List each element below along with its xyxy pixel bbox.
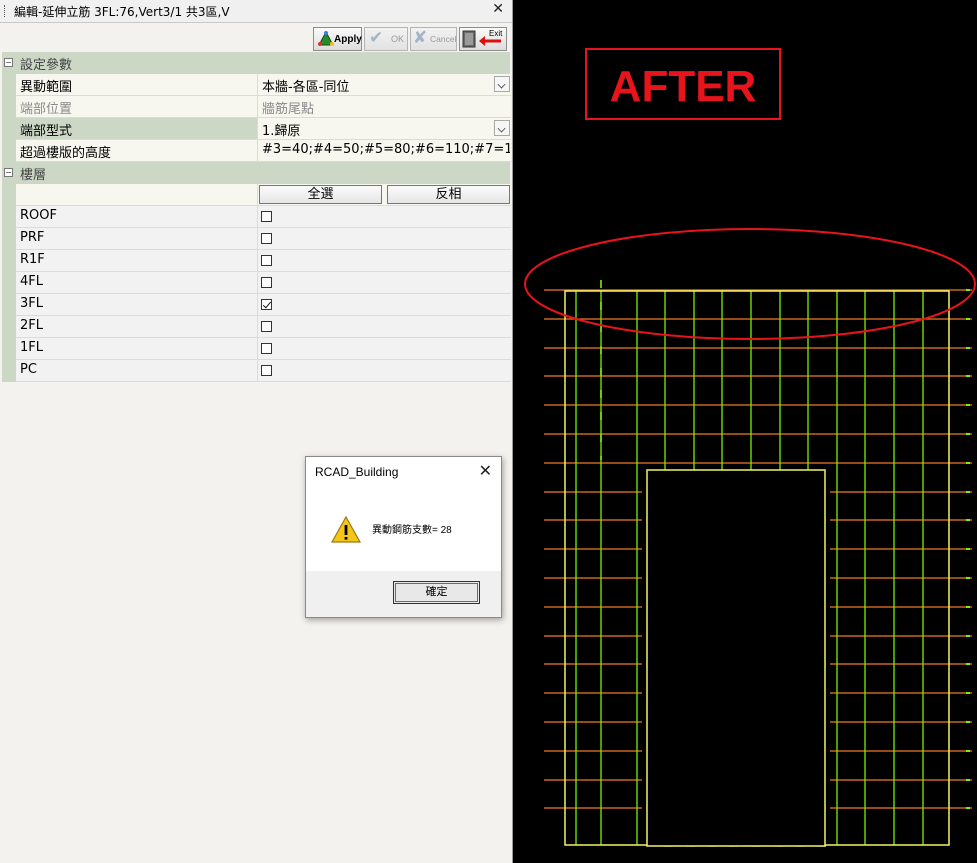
ok-button[interactable]: ✔ OK (364, 27, 408, 51)
exit-label: Exit (489, 29, 503, 38)
dialog-footer: 確定 (306, 571, 501, 617)
floor-name: 2FL (20, 318, 43, 333)
setting-value: 1.歸原 (262, 124, 301, 139)
floor-name: ROOF (20, 208, 57, 223)
setting-value[interactable]: #3=40;#4=50;#5=80;#6=110;#7=140; (262, 142, 510, 157)
setting-row-change-scope[interactable]: 異動範圍 本牆-各區-同位 (2, 74, 511, 96)
apply-button[interactable]: Apply (313, 27, 362, 51)
floor-row-2fl[interactable]: 2FL (2, 316, 511, 338)
message-dialog: RCAD_Building ✕ 異動鋼筋支數= 28 確定 (305, 456, 502, 618)
exit-button[interactable]: Exit (459, 27, 507, 51)
checkmark-icon: ✔ (369, 28, 384, 48)
panel-title-bar[interactable]: 編輯-延伸立筋 3FL:76,Vert3/1 共3區,V ✕ (0, 0, 512, 23)
setting-name: 端部位置 (20, 102, 73, 117)
dialog-close-icon[interactable]: ✕ (479, 461, 492, 481)
setting-name: 端部型式 (20, 124, 73, 139)
floor-row-r1f[interactable]: R1F (2, 250, 511, 272)
setting-row-end-type[interactable]: 端部型式 1.歸原 (2, 118, 511, 140)
collapse-icon[interactable]: − (4, 58, 13, 67)
floor-name: 1FL (20, 340, 43, 355)
floors-header: 樓層 (20, 168, 47, 183)
floor-checkbox[interactable] (261, 233, 272, 244)
setting-row-end-position: 端部位置 牆筋尾點 (2, 96, 511, 118)
floor-checkbox[interactable] (261, 321, 272, 332)
floors-category[interactable]: − 樓層 (2, 162, 510, 184)
drag-grip-icon[interactable] (4, 5, 8, 17)
ok-label: OK (391, 34, 405, 44)
dialog-message: 異動鋼筋支數= 28 (372, 525, 452, 536)
floor-row-1fl[interactable]: 1FL (2, 338, 511, 360)
floor-checkbox[interactable] (261, 211, 272, 222)
cancel-label: Cancel (430, 34, 457, 44)
cad-drawing-canvas[interactable]: AFTER (514, 0, 977, 863)
setting-name: 超過樓版的高度 (20, 146, 112, 161)
setting-value: 本牆-各區-同位 (262, 80, 350, 95)
collapse-icon[interactable]: − (4, 168, 13, 177)
floor-checkbox-checked[interactable] (261, 299, 272, 310)
setting-name: 異動範圍 (20, 80, 73, 95)
select-all-button[interactable]: 全選 (259, 185, 382, 204)
dialog-title: RCAD_Building (315, 465, 399, 479)
floor-name: 4FL (20, 274, 43, 289)
floor-checkbox[interactable] (261, 277, 272, 288)
invert-selection-button[interactable]: 反相 (387, 185, 510, 204)
floor-name: PC (20, 362, 37, 377)
close-icon[interactable]: ✕ (492, 1, 504, 17)
wall-opening (646, 469, 826, 847)
floor-row-3fl[interactable]: 3FL (2, 294, 511, 316)
settings-header: 設定參數 (20, 58, 73, 73)
edit-rebar-panel: 編輯-延伸立筋 3FL:76,Vert3/1 共3區,V ✕ Apply ✔ O… (0, 0, 513, 863)
floor-name: PRF (20, 230, 45, 245)
settings-category[interactable]: − 設定參數 (2, 52, 510, 74)
apply-label: Apply (334, 34, 362, 45)
floor-row-roof[interactable]: ROOF (2, 206, 511, 228)
warning-icon (330, 515, 362, 543)
floor-actions-row: 全選 反相 (2, 184, 511, 206)
cancel-x-icon: ✘ (413, 28, 428, 48)
annotation-label: AFTER (610, 62, 757, 111)
cancel-button[interactable]: ✘ Cancel (410, 27, 457, 51)
setting-row-extra-height[interactable]: 超過樓版的高度 #3=40;#4=50;#5=80;#6=110;#7=140; (2, 140, 511, 162)
apply-icon (318, 30, 334, 46)
dialog-ok-button[interactable]: 確定 (393, 581, 480, 604)
panel-title: 編輯-延伸立筋 3FL:76,Vert3/1 共3區,V (14, 5, 230, 19)
floor-row-4fl[interactable]: 4FL (2, 272, 511, 294)
floor-row-prf[interactable]: PRF (2, 228, 511, 250)
dropdown-arrow-icon[interactable] (494, 120, 510, 136)
floor-name: 3FL (20, 296, 43, 311)
floor-checkbox[interactable] (261, 255, 272, 266)
dropdown-arrow-icon[interactable] (494, 76, 510, 92)
toolbar: Apply ✔ OK ✘ Cancel Exit (0, 23, 512, 53)
floor-checkbox[interactable] (261, 365, 272, 376)
floor-row-pc[interactable]: PC (2, 360, 511, 382)
floor-checkbox[interactable] (261, 343, 272, 354)
floor-name: R1F (20, 252, 45, 267)
setting-value: 牆筋尾點 (262, 102, 315, 117)
